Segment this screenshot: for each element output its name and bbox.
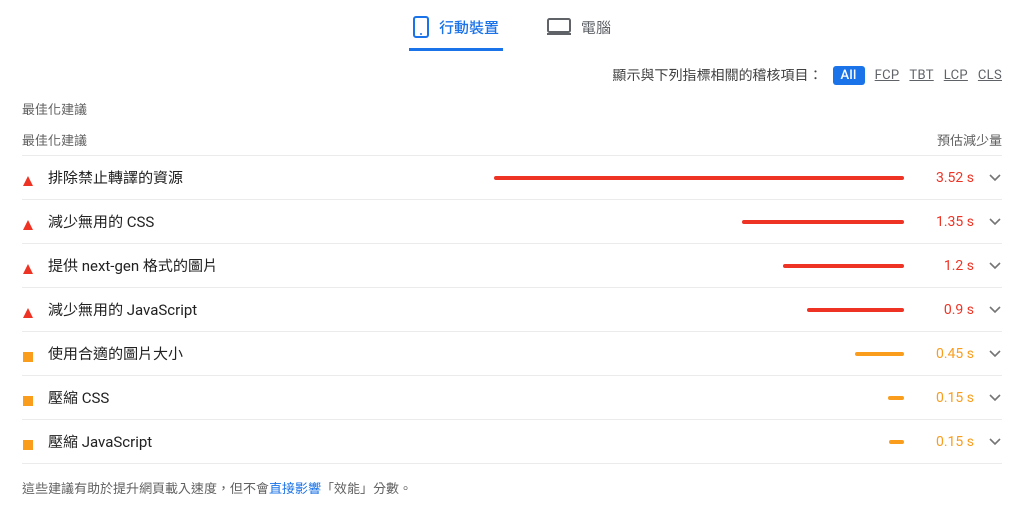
audit-row[interactable]: 提供 next-gen 格式的圖片 1.2 s — [22, 243, 1002, 287]
desktop-icon — [547, 18, 571, 36]
audit-row[interactable]: 減少無用的 CSS 1.35 s — [22, 199, 1002, 243]
audit-row[interactable]: 使用合適的圖片大小 0.45 s — [22, 331, 1002, 375]
savings-value: 0.15 s — [918, 434, 974, 450]
square-icon — [22, 436, 34, 448]
tab-mobile[interactable]: 行動裝置 — [409, 8, 503, 51]
chip-all[interactable]: All — [833, 66, 865, 85]
footer-note: 這些建議有助於提升網頁載入速度，但不會直接影響「效能」分數。 — [22, 463, 1002, 513]
chip-fcp[interactable]: FCP — [875, 68, 900, 83]
savings-bar-track — [197, 352, 904, 356]
device-tabs: 行動裝置 電腦 — [0, 0, 1024, 51]
col-savings: 預估減少量 — [937, 130, 1002, 149]
square-icon — [22, 348, 34, 360]
audit-row[interactable]: 壓縮 CSS 0.15 s — [22, 375, 1002, 419]
savings-bar-track — [232, 264, 904, 268]
savings-value: 3.52 s — [918, 170, 974, 186]
audit-row[interactable]: 排除禁止轉譯的資源 3.52 s — [22, 155, 1002, 199]
column-headers: 最佳化建議 預估減少量 — [0, 124, 1024, 155]
footer-link[interactable]: 直接影響 — [269, 482, 321, 497]
audit-list: 排除禁止轉譯的資源 3.52 s 減少無用的 CSS 1.35 s 提供 next-ge… — [0, 155, 1024, 463]
savings-bar-track — [211, 308, 904, 312]
footer-text-after: 「效能」分數。 — [321, 482, 412, 497]
chevron-down-icon — [988, 306, 1002, 314]
chevron-down-icon — [988, 262, 1002, 270]
savings-bar-track — [168, 220, 904, 224]
mobile-icon — [413, 16, 429, 38]
audit-title: 使用合適的圖片大小 — [48, 343, 183, 364]
triangle-icon — [22, 172, 34, 184]
savings-bar — [807, 308, 904, 312]
savings-bar — [889, 440, 904, 444]
tab-desktop[interactable]: 電腦 — [543, 8, 615, 51]
audit-title: 壓縮 JavaScript — [48, 431, 152, 452]
savings-bar-track — [123, 396, 904, 400]
triangle-icon — [22, 304, 34, 316]
savings-bar — [494, 176, 904, 180]
metric-filter-chips: All FCP TBT LCP CLS — [833, 66, 1003, 85]
audit-title: 提供 next-gen 格式的圖片 — [48, 255, 218, 276]
footer-text-before: 這些建議有助於提升網頁載入速度，但不會 — [22, 482, 269, 497]
tab-desktop-label: 電腦 — [581, 17, 611, 38]
audit-title: 減少無用的 JavaScript — [48, 299, 197, 320]
savings-value: 0.15 s — [918, 390, 974, 406]
tab-mobile-label: 行動裝置 — [439, 17, 499, 38]
savings-value: 1.2 s — [918, 258, 974, 274]
savings-value: 0.9 s — [918, 302, 974, 318]
audit-title: 減少無用的 CSS — [48, 211, 154, 232]
chip-lcp[interactable]: LCP — [944, 68, 968, 83]
chevron-down-icon — [988, 438, 1002, 446]
savings-bar — [855, 352, 904, 356]
section-title: 最佳化建議 — [0, 91, 1024, 124]
chevron-down-icon — [988, 394, 1002, 402]
audit-title: 排除禁止轉譯的資源 — [48, 167, 183, 188]
metric-filter-label: 顯示與下列指標相關的稽核項目： — [613, 65, 823, 85]
triangle-icon — [22, 260, 34, 272]
metric-filter-row: 顯示與下列指標相關的稽核項目： All FCP TBT LCP CLS — [0, 51, 1024, 91]
chip-tbt[interactable]: TBT — [909, 68, 933, 83]
triangle-icon — [22, 216, 34, 228]
chip-cls[interactable]: CLS — [978, 68, 1002, 83]
savings-bar — [783, 264, 904, 268]
savings-bar-track — [166, 440, 904, 444]
audit-row[interactable]: 壓縮 JavaScript 0.15 s — [22, 419, 1002, 463]
audit-row[interactable]: 減少無用的 JavaScript 0.9 s — [22, 287, 1002, 331]
savings-bar — [742, 220, 904, 224]
col-name: 最佳化建議 — [22, 130, 87, 149]
savings-value: 1.35 s — [918, 214, 974, 230]
savings-value: 0.45 s — [918, 346, 974, 362]
chevron-down-icon — [988, 350, 1002, 358]
savings-bar — [888, 396, 904, 400]
square-icon — [22, 392, 34, 404]
chevron-down-icon — [988, 218, 1002, 226]
savings-bar-track — [197, 176, 904, 180]
chevron-down-icon — [988, 174, 1002, 182]
audit-title: 壓縮 CSS — [48, 387, 109, 408]
